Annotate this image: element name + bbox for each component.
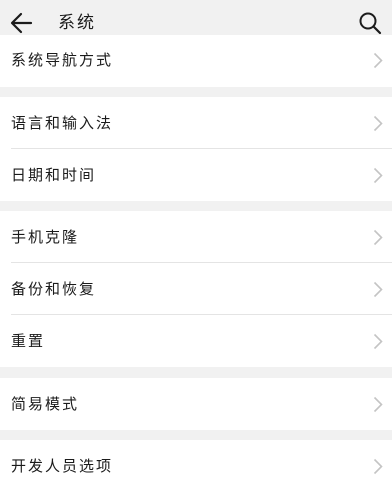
settings-group-developer: 开发人员选项 (0, 440, 392, 492)
settings-item-phone-clone[interactable]: 手机克隆 (0, 211, 392, 263)
settings-item-date-time[interactable]: 日期和时间 (0, 149, 392, 201)
settings-item-reset[interactable]: 重置 (0, 315, 392, 367)
settings-group-language-date: 语言和输入法 日期和时间 (0, 97, 392, 201)
settings-item-language-input[interactable]: 语言和输入法 (0, 97, 392, 149)
chevron-right-icon (373, 458, 383, 475)
settings-item-label: 日期和时间 (11, 166, 97, 184)
settings-item-label: 系统导航方式 (11, 51, 114, 69)
chevron-right-icon (373, 167, 383, 184)
settings-item-label: 语言和输入法 (11, 114, 114, 132)
settings-item-system-navigation[interactable]: 系统导航方式 (0, 35, 392, 87)
settings-item-label: 简易模式 (11, 395, 80, 413)
settings-group-backup: 手机克隆 备份和恢复 重置 (0, 211, 392, 367)
settings-item-developer-options[interactable]: 开发人员选项 (0, 440, 392, 492)
settings-item-label: 重置 (11, 332, 46, 350)
chevron-right-icon (373, 52, 383, 69)
chevron-right-icon (373, 396, 383, 413)
chevron-right-icon (373, 333, 383, 350)
back-arrow-icon[interactable] (9, 10, 35, 36)
settings-item-label: 备份和恢复 (11, 280, 97, 298)
chevron-right-icon (373, 115, 383, 132)
settings-group-navigation: 系统导航方式 (0, 35, 392, 87)
settings-group-simple-mode: 简易模式 (0, 378, 392, 430)
page-title: 系统 (58, 13, 96, 33)
settings-item-backup-restore[interactable]: 备份和恢复 (0, 263, 392, 315)
settings-item-simple-mode[interactable]: 简易模式 (0, 378, 392, 430)
search-icon[interactable] (358, 11, 382, 35)
chevron-right-icon (373, 281, 383, 298)
settings-item-label: 开发人员选项 (11, 457, 114, 475)
settings-item-label: 手机克隆 (11, 228, 80, 246)
chevron-right-icon (373, 229, 383, 246)
